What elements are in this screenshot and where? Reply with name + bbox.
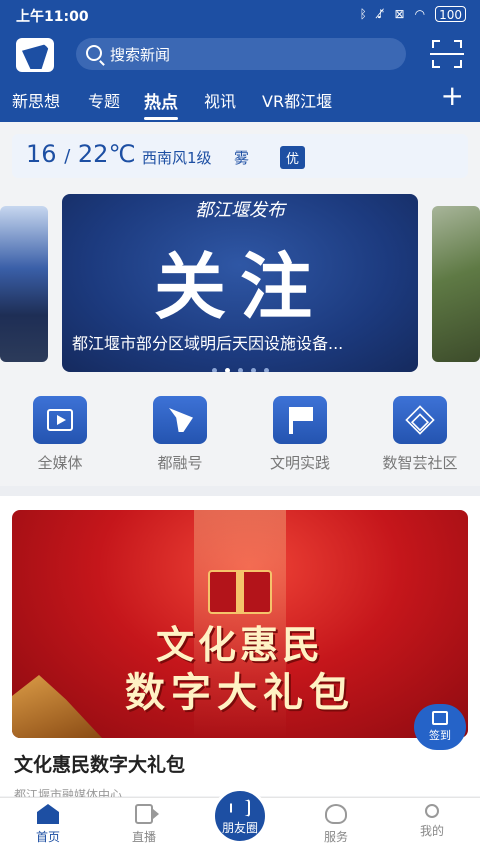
carousel-dot[interactable] [250,368,256,372]
carousel-next-card[interactable] [432,206,480,362]
nav-home[interactable]: 首页 [16,804,80,845]
temp-low: 16 [26,140,57,168]
search-input[interactable]: 搜索新闻 [76,38,406,70]
speaker-icon [230,799,250,817]
carousel-dot[interactable] [263,368,269,372]
feature-image[interactable]: 文化惠民 数字大礼包 [12,510,468,738]
wind-text: 西南风1级 [142,149,212,167]
wing-icon [153,396,207,444]
quick-item-shuzhi[interactable]: 数智芸社区 [372,396,468,473]
add-channel-icon[interactable]: + [441,82,464,110]
scan-icon[interactable] [430,40,464,68]
search-placeholder: 搜索新闻 [110,46,171,64]
status-time: 上午11:00 [16,9,89,25]
video-icon [135,804,159,824]
carousel-caption: 都江堰市部分区域明后天因设施设备... [72,334,344,353]
nav-moments-button[interactable]: 朋友圈 [212,788,268,844]
tab-shixun[interactable]: 视讯 [204,88,236,112]
flag-icon [273,396,327,444]
battery-icon: 100 [435,6,466,22]
calendar-icon [432,711,448,725]
nav-moments-label: 朋友圈 [221,821,258,835]
quick-item-wenming[interactable]: 文明实践 [252,396,348,473]
top-bar: 搜索新闻 [0,34,480,74]
nav-service[interactable]: 服务 [304,804,368,845]
tab-redian[interactable]: 热点 [144,88,178,120]
wifi-icon: ◠ [414,7,426,21]
nav-live[interactable]: 直播 [112,804,176,845]
carousel-headline: 关注 [153,245,326,329]
quick-item-label: 都融号 [157,454,203,472]
feature-image-line2: 数字大礼包 [125,670,355,716]
carousel-dot[interactable] [237,368,243,372]
nav-me-label: 我的 [419,824,444,838]
nav-home-label: 首页 [35,830,60,844]
news-carousel[interactable]: 都江堰发布 关注 都江堰市部分区域明后天因设施设备... [0,192,480,374]
temp-separator: / [64,146,71,167]
tab-vr-dujiangyan[interactable]: VR都江堰 [262,88,332,112]
tab-zhuanti[interactable]: 专题 [88,88,120,112]
user-icon [425,804,439,818]
mute-icon: ♪̸ [376,7,385,21]
section-divider [0,486,480,496]
channel-tabs: 新思想 专题 热点 视讯 VR都江堰 + [0,82,480,122]
carousel-dot-active[interactable] [224,368,230,372]
temp-high: 22℃ [77,140,136,168]
signin-button[interactable]: 签到 [414,704,466,750]
gift-box-icon [208,570,272,614]
tab-xinsixiang[interactable]: 新思想 [12,88,60,112]
status-icons: ᛒ ♪̸ ⊠ ◠ 100 [360,6,466,22]
search-icon [86,45,102,61]
quick-item-duronghao[interactable]: 都融号 [132,396,228,473]
service-icon [325,804,347,824]
carousel-main-card[interactable]: 都江堰发布 关注 都江堰市部分区域明后天因设施设备... [62,194,418,372]
quick-item-quanmeiti[interactable]: 全媒体 [12,396,108,473]
carousel-dot[interactable] [211,368,217,372]
temperature-range: 16 / 22℃ [26,140,135,168]
weather-bar[interactable]: 16 / 22℃ 西南风1级 雾 优 [12,134,468,178]
no-sim-icon: ⊠ [394,7,405,21]
quick-entries: 全媒体 都融号 文明实践 数智芸社区 [0,396,480,476]
bottom-nav: 首页 直播 朋友圈 服务 我的 [0,788,480,853]
carousel-dots [62,358,418,372]
bluetooth-icon: ᛒ [359,7,367,21]
quick-item-label: 文明实践 [269,454,330,472]
app-header: 上午11:00 ᛒ ♪̸ ⊠ ◠ 100 搜索新闻 新思想 专题 热点 视讯 V… [0,0,480,122]
weather-condition: 雾 [234,149,250,167]
home-icon [37,804,59,824]
carousel-brand: 都江堰发布 [195,200,285,221]
cube-icon [393,396,447,444]
article-title[interactable]: 文化惠民数字大礼包 [14,750,185,777]
signin-label: 签到 [429,729,451,742]
aqi-badge: 优 [280,146,306,169]
quick-item-label: 数智芸社区 [382,454,458,472]
nav-me[interactable]: 我的 [400,804,464,839]
status-bar: 上午11:00 ᛒ ♪̸ ⊠ ◠ 100 [0,0,480,30]
quick-item-label: 全媒体 [37,454,83,472]
film-icon [33,396,87,444]
nav-service-label: 服务 [323,830,348,844]
app-logo-icon[interactable] [16,38,54,72]
carousel-prev-card[interactable] [0,206,48,362]
nav-live-label: 直播 [131,830,156,844]
